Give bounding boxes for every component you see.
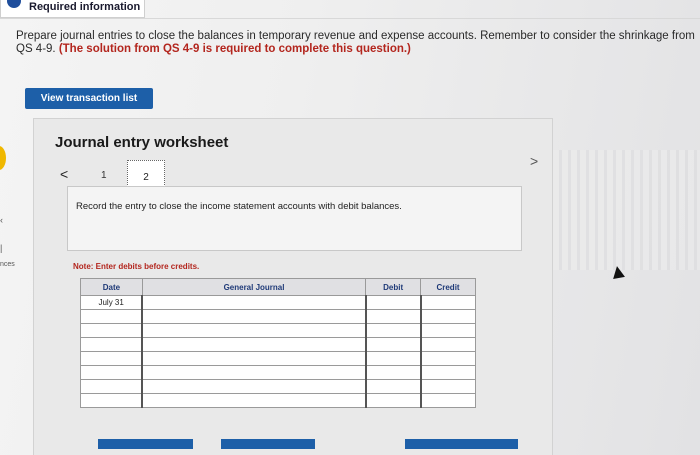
- view-general-journal-button[interactable]: [405, 439, 518, 449]
- account-cell[interactable]: [141, 351, 367, 366]
- credit-cell[interactable]: [419, 337, 476, 352]
- debit-header: Debit: [365, 278, 422, 296]
- page-1-tab[interactable]: 1: [101, 170, 107, 181]
- credit-cell[interactable]: [419, 351, 476, 366]
- account-cell[interactable]: [141, 365, 367, 380]
- account-cell[interactable]: [141, 379, 367, 394]
- header-divider: [0, 18, 700, 19]
- view-transaction-list-button[interactable]: View transaction list: [25, 88, 153, 109]
- table-row: [80, 365, 476, 380]
- debit-cell[interactable]: [364, 393, 422, 408]
- account-cell[interactable]: [141, 337, 367, 352]
- credit-cell[interactable]: [419, 393, 476, 408]
- page: Required information Prepare journal ent…: [0, 0, 700, 455]
- date-cell[interactable]: [80, 393, 143, 408]
- table-row: [80, 337, 476, 352]
- date-cell[interactable]: [80, 337, 143, 352]
- debit-cell[interactable]: [364, 379, 422, 394]
- previous-arrow-icon[interactable]: <: [60, 166, 68, 182]
- table-row: [80, 309, 476, 324]
- debit-cell[interactable]: [364, 309, 422, 324]
- account-cell[interactable]: [141, 309, 367, 324]
- side-partial-text: nces: [0, 261, 15, 268]
- credit-cell[interactable]: [419, 379, 476, 394]
- required-information-label: Required information: [29, 1, 141, 13]
- account-cell[interactable]: [141, 323, 367, 338]
- date-cell[interactable]: [80, 365, 143, 380]
- date-cell[interactable]: [80, 379, 143, 394]
- date-cell[interactable]: [80, 309, 143, 324]
- mouse-cursor-icon: [611, 265, 625, 279]
- journal-table-wrapper: Date General Journal Debit Credit July 3…: [80, 278, 476, 408]
- prompt-box: [67, 186, 522, 251]
- worksheet-title: Journal entry worksheet: [55, 134, 229, 151]
- date-header: Date: [80, 278, 143, 296]
- date-cell[interactable]: July 31: [80, 295, 143, 310]
- prompt-text: Record the entry to close the income sta…: [76, 201, 402, 212]
- general-journal-header: General Journal: [141, 278, 367, 296]
- debit-cell[interactable]: [364, 295, 422, 310]
- side-caret-icon: ‹: [0, 215, 3, 225]
- credit-cell[interactable]: [419, 323, 476, 338]
- journal-table: Date General Journal Debit Credit July 3…: [80, 278, 476, 408]
- credit-header: Credit: [420, 278, 476, 296]
- table-row: [80, 379, 476, 394]
- debit-cell[interactable]: [364, 365, 422, 380]
- clear-entry-button[interactable]: [221, 439, 315, 449]
- record-entry-button[interactable]: [98, 439, 193, 449]
- table-row: [80, 323, 476, 338]
- screen-moire: [553, 150, 700, 270]
- required-information-tab[interactable]: Required information: [0, 0, 145, 18]
- info-icon: [7, 0, 21, 8]
- table-row: [80, 351, 476, 366]
- date-cell[interactable]: [80, 323, 143, 338]
- table-row: July 31: [80, 295, 476, 310]
- account-cell[interactable]: [141, 295, 367, 310]
- date-cell[interactable]: [80, 351, 143, 366]
- instructions-emphasis: (The solution from QS 4-9 is required to…: [58, 43, 411, 55]
- debit-cell[interactable]: [364, 323, 422, 338]
- debit-cell[interactable]: [364, 337, 422, 352]
- progress-marker: [0, 146, 6, 170]
- credit-cell[interactable]: [419, 295, 476, 310]
- debit-cell[interactable]: [364, 351, 422, 366]
- credit-cell[interactable]: [419, 365, 476, 380]
- table-row: [80, 393, 476, 408]
- credit-cell[interactable]: [419, 309, 476, 324]
- next-arrow-icon[interactable]: >: [530, 153, 538, 169]
- entry-note: Note: Enter debits before credits.: [73, 262, 200, 271]
- instructions: Prepare journal entries to close the bal…: [16, 30, 700, 56]
- side-bar-icon: |: [0, 243, 3, 253]
- account-cell[interactable]: [141, 393, 367, 408]
